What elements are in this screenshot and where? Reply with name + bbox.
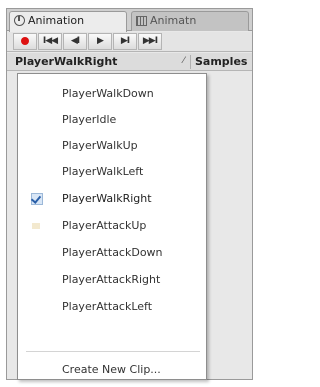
samples-label: Samples (195, 55, 248, 68)
playback-toolbar: I◀◀ ◀I ▶ ▶I ▶▶I (7, 32, 252, 52)
menu-item-player-idle[interactable]: PlayerIdle (18, 108, 206, 132)
play-icon: ▶ (97, 36, 104, 46)
record-icon (21, 37, 29, 45)
menu-item-label: PlayerWalkDown (62, 87, 154, 100)
tab-animation-label: Animation (28, 14, 85, 27)
tab-animator-label: Animatn (150, 14, 197, 27)
first-key-button[interactable]: I◀◀ (38, 33, 62, 50)
animation-clock-icon (14, 15, 25, 26)
clip-selector-dropdown[interactable]: PlayerWalkRight (15, 53, 117, 70)
menu-item-label: PlayerIdle (62, 113, 117, 126)
clip-dropdown-menu: PlayerWalkDown PlayerIdle PlayerWalkUp P… (17, 73, 207, 380)
prev-key-button[interactable]: ◀I (63, 33, 87, 50)
menu-item-label: PlayerAttackUp (62, 219, 147, 232)
play-button[interactable]: ▶ (88, 33, 112, 50)
next-key-button[interactable]: ▶I (113, 33, 137, 50)
tab-animation[interactable]: Animation (9, 11, 127, 32)
menu-item-label: PlayerAttackRight (62, 273, 161, 286)
create-new-clip-label: Create New Clip... (62, 363, 161, 376)
divider (190, 55, 191, 69)
hover-mark (32, 223, 40, 229)
clip-selector-bar: PlayerWalkRight ⁄ Samples (7, 53, 252, 71)
last-key-button[interactable]: ▶▶I (138, 33, 162, 50)
menu-item-label: PlayerWalkUp (62, 139, 138, 152)
animation-window: Animation Animatn I◀◀ ◀I ▶ ▶I ▶▶I Player… (6, 8, 253, 380)
menu-item-label: PlayerWalkLeft (62, 165, 144, 178)
menu-separator (26, 351, 200, 352)
record-button[interactable] (13, 33, 37, 50)
tab-animator[interactable]: Animatn (131, 11, 249, 31)
menu-item-player-walk-up[interactable]: PlayerWalkUp (18, 134, 206, 158)
next-key-icon: ▶I (120, 36, 130, 46)
menu-item-player-walk-right[interactable]: PlayerWalkRight (18, 187, 206, 211)
grid-icon (136, 16, 147, 26)
prev-key-icon: ◀I (70, 36, 80, 46)
menu-item-player-attack-up[interactable]: PlayerAttackUp (18, 214, 206, 238)
last-key-icon: ▶▶I (142, 36, 158, 46)
menu-item-player-attack-left[interactable]: PlayerAttackLeft (18, 295, 206, 319)
menu-item-player-attack-down[interactable]: PlayerAttackDown (18, 241, 206, 265)
checkmark-icon (30, 193, 43, 205)
menu-item-label: PlayerWalkRight (62, 192, 152, 205)
first-key-icon: I◀◀ (42, 36, 58, 46)
dropdown-arrow-icon[interactable]: ⁄ (183, 53, 185, 70)
menu-item-label: PlayerAttackLeft (62, 300, 153, 313)
menu-item-label: PlayerAttackDown (62, 246, 163, 259)
create-new-clip-item[interactable]: Create New Clip... (18, 360, 206, 380)
menu-item-player-attack-right[interactable]: PlayerAttackRight (18, 268, 206, 292)
menu-item-player-walk-left[interactable]: PlayerWalkLeft (18, 160, 206, 184)
menu-item-player-walk-down[interactable]: PlayerWalkDown (18, 82, 206, 106)
tab-strip: Animation Animatn (7, 9, 252, 32)
